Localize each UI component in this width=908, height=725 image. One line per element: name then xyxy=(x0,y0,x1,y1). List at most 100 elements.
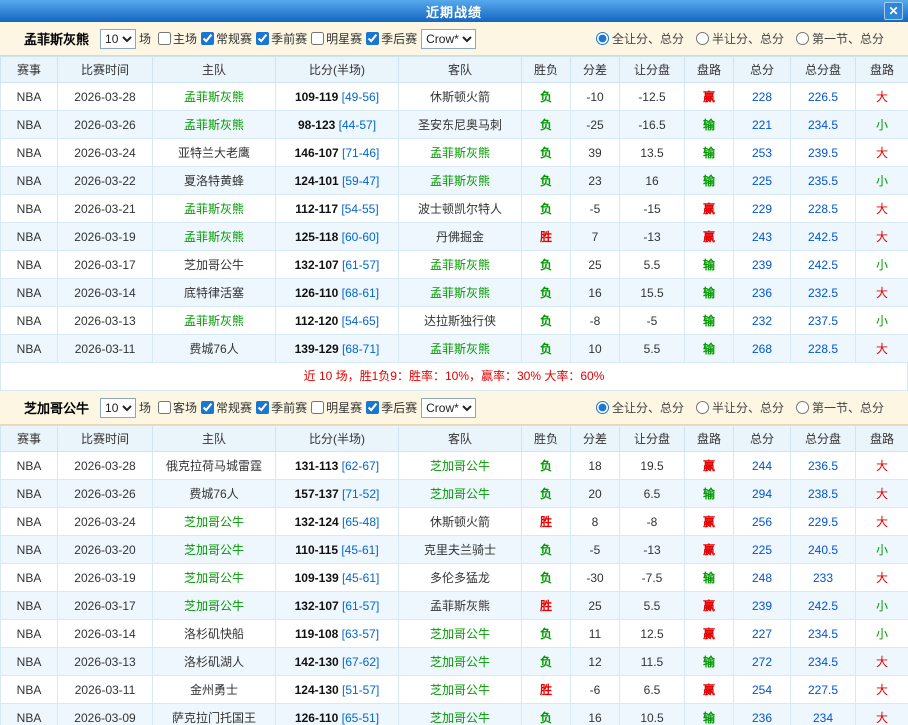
stat-mode-option[interactable]: 全让分、总分 xyxy=(596,30,684,47)
stat-mode-label: 半让分、总分 xyxy=(712,30,784,47)
cell-result: 负 xyxy=(522,704,571,725)
cell-diff: -8 xyxy=(571,307,620,335)
home-team: 孟菲斯灰熊 xyxy=(153,307,276,335)
full-score: 146-107 xyxy=(295,146,339,160)
filter-option[interactable]: 主场 xyxy=(155,30,197,47)
filter-checkbox[interactable] xyxy=(366,401,379,414)
col-total-line: 总分盘 xyxy=(791,426,856,452)
cell-diff: 7 xyxy=(571,223,620,251)
home-team: 俄克拉荷马城雷霆 xyxy=(153,452,276,480)
cell-total-line: 235.5 xyxy=(791,167,856,195)
filter-checkbox[interactable] xyxy=(311,32,324,45)
filter-checkbox[interactable] xyxy=(256,32,269,45)
game-row: NBA2026-03-26孟菲斯灰熊98-123 [44-57]圣安东尼奥马刺负… xyxy=(1,111,908,139)
stat-mode-option[interactable]: 半让分、总分 xyxy=(696,30,784,47)
cell-total-line: 232.5 xyxy=(791,279,856,307)
filter-label: 常规赛 xyxy=(216,30,252,47)
filter-option[interactable]: 季后赛 xyxy=(363,399,417,416)
cell-date: 2026-03-22 xyxy=(58,167,153,195)
cell-league: NBA xyxy=(1,167,58,195)
cell-league: NBA xyxy=(1,335,58,363)
away-team: 克里夫兰骑士 xyxy=(399,536,522,564)
stat-mode-option[interactable]: 第一节、总分 xyxy=(796,30,884,47)
cell-score: 142-130 [67-62] xyxy=(276,648,399,676)
cell-score: 112-120 [54-65] xyxy=(276,307,399,335)
games-suffix-label: 场 xyxy=(139,30,151,47)
stat-mode-radio[interactable] xyxy=(696,32,709,45)
stat-mode-radio[interactable] xyxy=(596,401,609,414)
stat-mode-radio[interactable] xyxy=(796,32,809,45)
odds-source-select[interactable]: Crow* xyxy=(421,29,476,49)
cell-total: 225 xyxy=(734,536,791,564)
cell-handicap: -8 xyxy=(620,508,685,536)
filter-checkbox[interactable] xyxy=(158,32,171,45)
cell-score: 157-137 [71-52] xyxy=(276,480,399,508)
full-score: 109-139 xyxy=(295,571,339,585)
stat-mode-radio[interactable] xyxy=(596,32,609,45)
filter-option[interactable]: 季前赛 xyxy=(253,399,307,416)
cell-total-line: 239.5 xyxy=(791,139,856,167)
cell-total-line: 242.5 xyxy=(791,592,856,620)
odds-source-select[interactable]: Crow* xyxy=(421,398,476,418)
half-score: [62-67] xyxy=(338,459,379,473)
cell-date: 2026-03-28 xyxy=(58,452,153,480)
full-score: 110-115 xyxy=(295,543,338,557)
filter-checkbox[interactable] xyxy=(311,401,324,414)
cell-handicap-result: 赢 xyxy=(685,536,734,564)
filter-option[interactable]: 明星赛 xyxy=(308,399,362,416)
team-filter-bar-1: 孟菲斯灰熊 10 场 主场常规赛季前赛明星赛季后赛 Crow* 全让分、总分半让… xyxy=(0,22,908,56)
stat-mode-radio[interactable] xyxy=(696,401,709,414)
cell-total: 232 xyxy=(734,307,791,335)
filter-checkbox[interactable] xyxy=(201,32,214,45)
away-team: 孟菲斯灰熊 xyxy=(399,592,522,620)
away-team: 孟菲斯灰熊 xyxy=(399,279,522,307)
games-count-select[interactable]: 10 xyxy=(100,29,136,49)
filter-checkbox[interactable] xyxy=(366,32,379,45)
cell-handicap: -5 xyxy=(620,307,685,335)
away-team: 丹佛掘金 xyxy=(399,223,522,251)
filter-checkbox[interactable] xyxy=(256,401,269,414)
full-score: 126-110 xyxy=(295,286,338,300)
stat-mode-label: 第一节、总分 xyxy=(812,399,884,416)
filter-option[interactable]: 季后赛 xyxy=(363,30,417,47)
filter-checkbox[interactable] xyxy=(158,401,171,414)
cell-total: 243 xyxy=(734,223,791,251)
close-icon[interactable]: ✕ xyxy=(884,2,903,20)
cell-score: 119-108 [63-57] xyxy=(276,620,399,648)
filter-option[interactable]: 季前赛 xyxy=(253,30,307,47)
cell-date: 2026-03-17 xyxy=(58,251,153,279)
cell-date: 2026-03-24 xyxy=(58,139,153,167)
cell-date: 2026-03-13 xyxy=(58,307,153,335)
cell-score: 125-118 [60-60] xyxy=(276,223,399,251)
cell-handicap: -12.5 xyxy=(620,83,685,111)
stat-mode-option[interactable]: 全让分、总分 xyxy=(596,399,684,416)
half-score: [44-57] xyxy=(335,118,376,132)
cell-result: 负 xyxy=(522,648,571,676)
filter-checkbox-group: 主场 常规赛季前赛明星赛季后赛 xyxy=(155,30,418,47)
cell-date: 2026-03-09 xyxy=(58,704,153,725)
filter-label: 季前赛 xyxy=(271,399,307,416)
cell-score: 124-130 [51-57] xyxy=(276,676,399,704)
cell-total-result: 大 xyxy=(856,279,908,307)
home-team: 孟菲斯灰熊 xyxy=(153,111,276,139)
cell-handicap: 15.5 xyxy=(620,279,685,307)
stat-mode-radio[interactable] xyxy=(796,401,809,414)
cell-diff: 25 xyxy=(571,251,620,279)
filter-option[interactable]: 明星赛 xyxy=(308,30,362,47)
filter-checkbox[interactable] xyxy=(201,401,214,414)
stat-mode-option[interactable]: 第一节、总分 xyxy=(796,399,884,416)
filter-option[interactable]: 常规赛 xyxy=(198,399,252,416)
full-score: 157-137 xyxy=(295,487,339,501)
cell-total-result: 小 xyxy=(856,167,908,195)
home-team: 芝加哥公牛 xyxy=(153,564,276,592)
games-count-select[interactable]: 10 xyxy=(100,398,136,418)
stat-mode-option[interactable]: 半让分、总分 xyxy=(696,399,784,416)
cell-handicap: -13 xyxy=(620,223,685,251)
game-row: NBA2026-03-26费城76人157-137 [71-52]芝加哥公牛负2… xyxy=(1,480,908,508)
filter-option[interactable]: 常规赛 xyxy=(198,30,252,47)
cell-diff: 39 xyxy=(571,139,620,167)
filter-option[interactable]: 客场 xyxy=(155,399,197,416)
cell-total: 294 xyxy=(734,480,791,508)
cell-league: NBA xyxy=(1,480,58,508)
cell-total-line: 226.5 xyxy=(791,83,856,111)
